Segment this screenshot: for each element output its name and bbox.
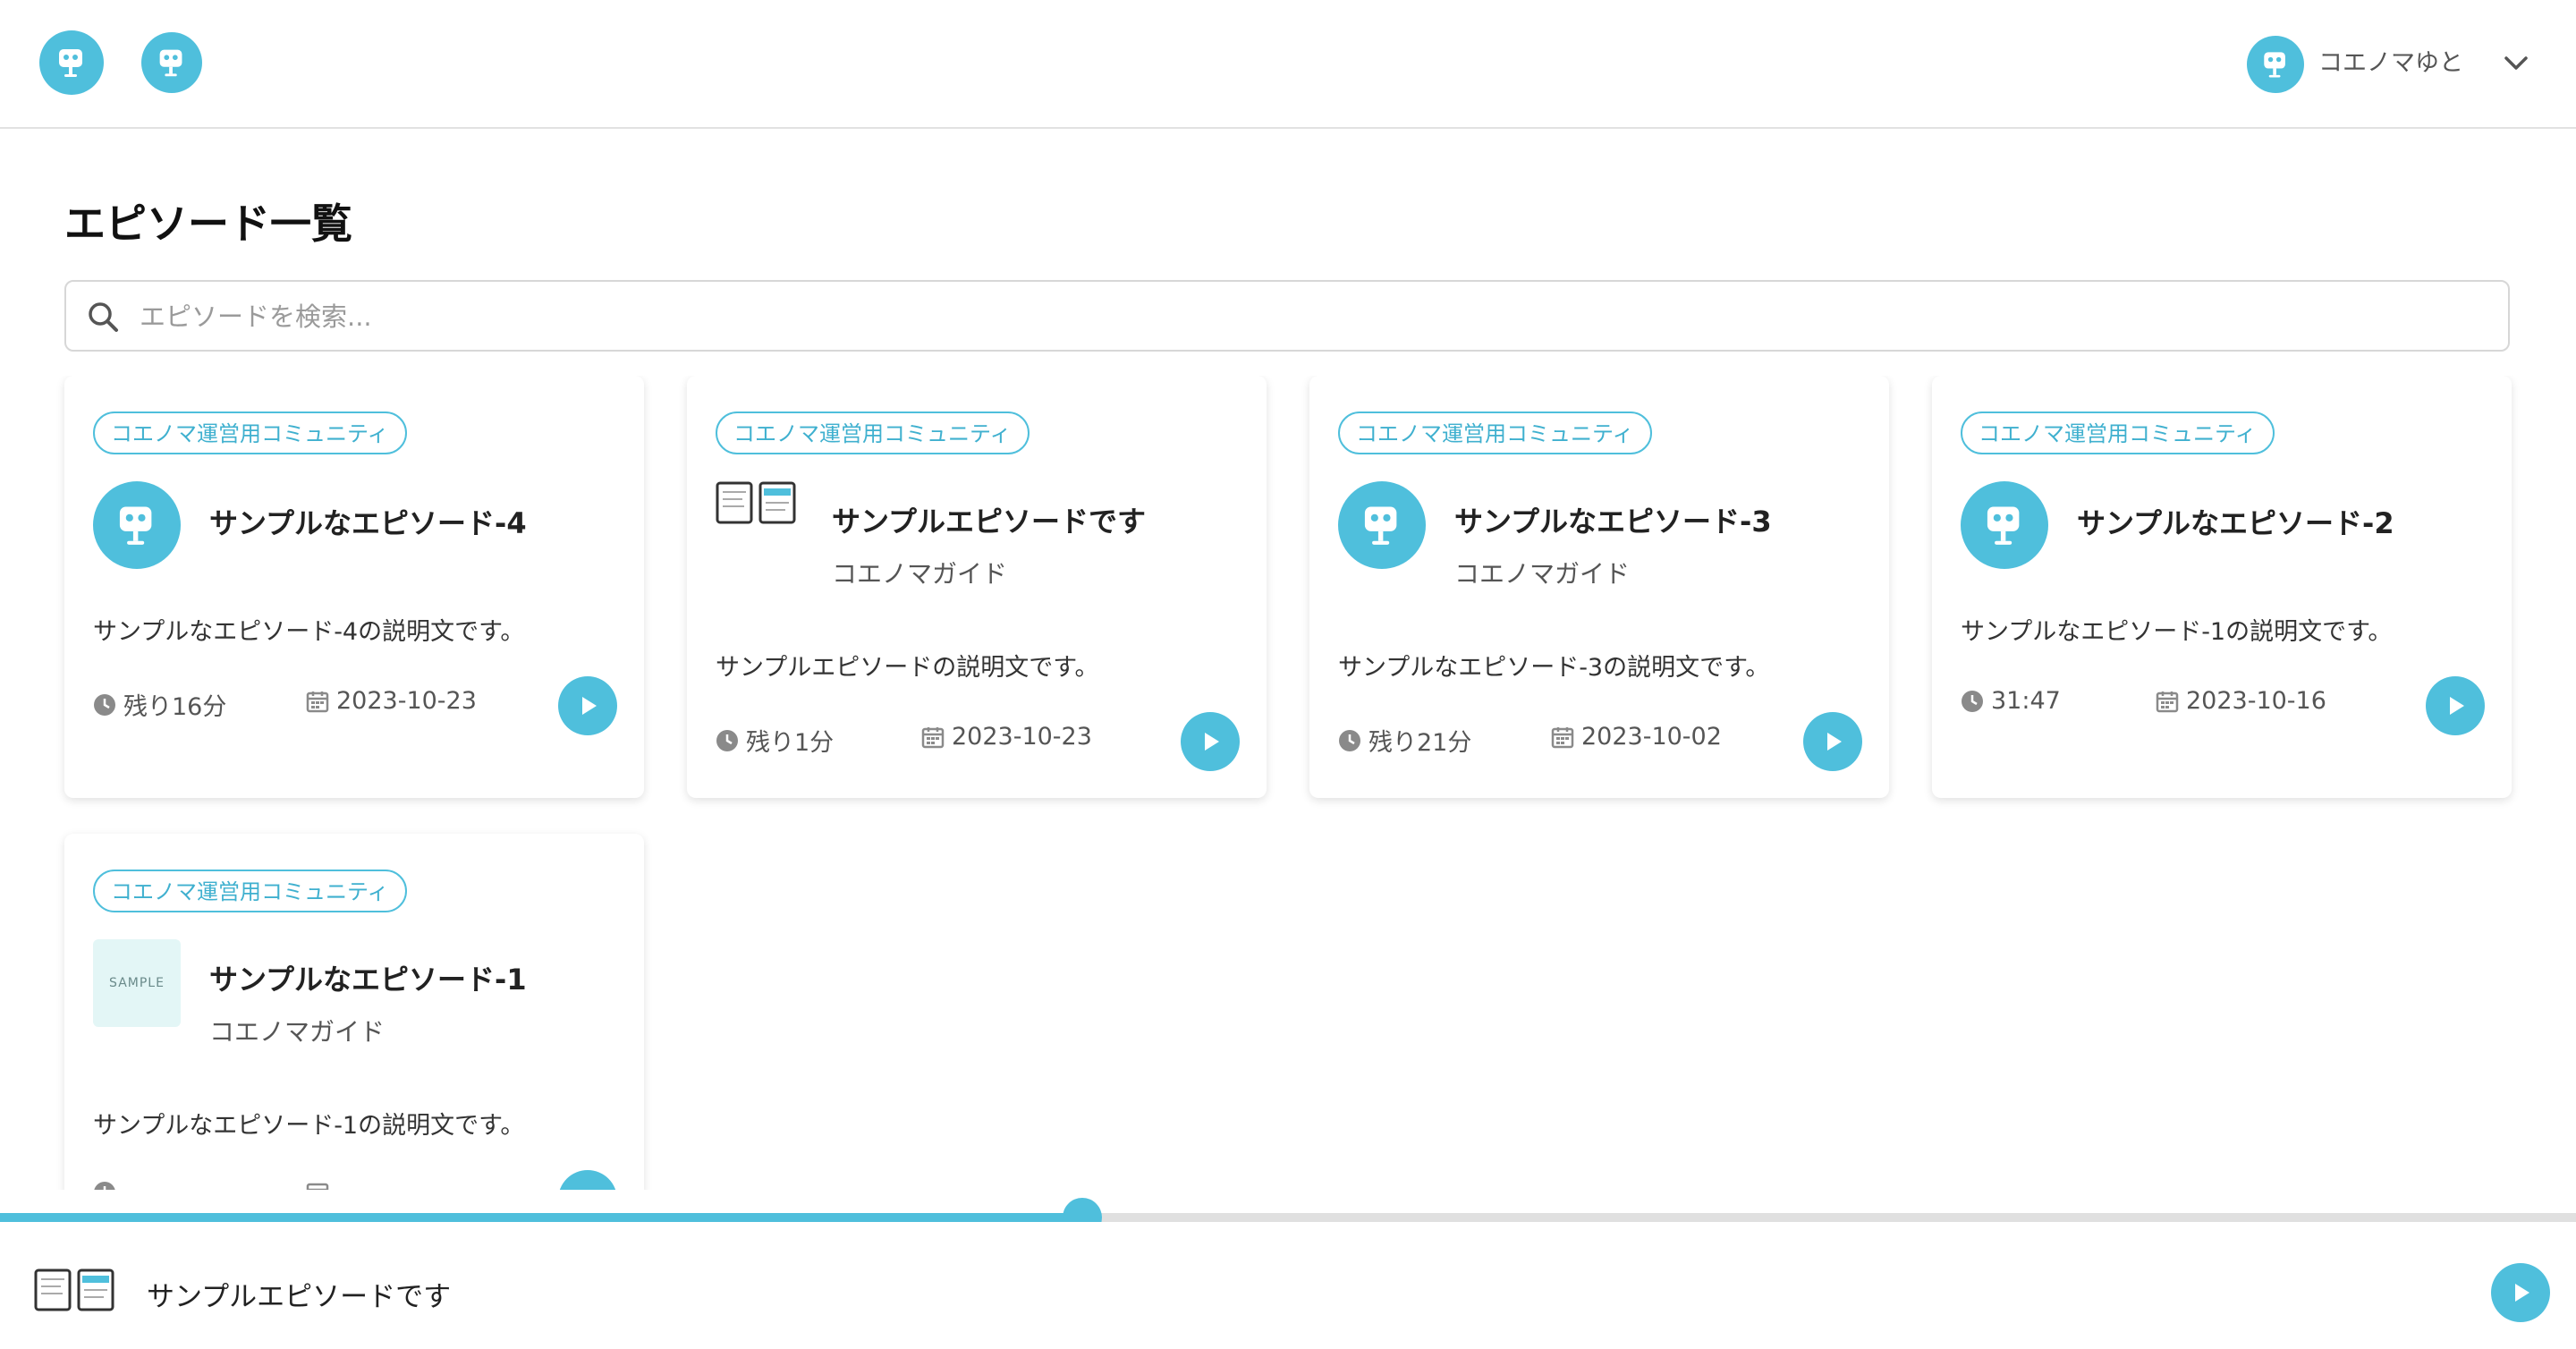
- episode-date: [306, 1181, 336, 1190]
- episode-date-text: 2023-10-23: [952, 723, 1092, 751]
- episode-date-text: 2023-10-23: [336, 687, 477, 715]
- episode-time-text: 31:47: [1991, 687, 2061, 715]
- player-episode-title: サンプルエピソードです: [147, 1274, 451, 1314]
- play-button[interactable]: [558, 1170, 617, 1190]
- search-icon: [86, 300, 122, 335]
- play-icon: [575, 693, 600, 718]
- episode-date: 2023-10-23: [306, 687, 477, 715]
- episode-thumbnail: [716, 481, 798, 526]
- community-logo-icon[interactable]: [141, 32, 202, 93]
- user-avatar[interactable]: [2247, 36, 2304, 93]
- community-tag[interactable]: コエノマ運営用コミュニティ: [93, 411, 407, 454]
- player-thumbnail: [34, 1268, 116, 1315]
- play-button[interactable]: [558, 676, 617, 735]
- play-icon: [2443, 693, 2468, 718]
- episode-date-text: 2023-10-16: [2186, 687, 2326, 715]
- episode-title: サンプルなエピソード-3: [1454, 499, 1772, 540]
- episode-thumbnail: [93, 481, 181, 569]
- episode-thumbnail: SAMPLE: [93, 939, 181, 1027]
- play-icon: [1198, 729, 1223, 754]
- episode-author: コエノマガイド: [1454, 555, 1630, 590]
- episode-thumbnail: [1961, 481, 2048, 569]
- clock-icon: [1961, 690, 1984, 713]
- play-icon: [2508, 1280, 2533, 1305]
- episode-card[interactable]: コエノマ運営用コミュニティ サンプルなエピソード-2 サンプルなエピソード-1の…: [1932, 376, 2512, 798]
- episode-date-text: 2023-10-02: [1581, 723, 1722, 751]
- episode-time-text: 残り21分: [1368, 723, 1471, 758]
- calendar-icon: [2156, 690, 2179, 713]
- search-box: [64, 280, 2510, 352]
- player-progress-bar[interactable]: [0, 1213, 2576, 1222]
- community-tag[interactable]: コエノマ運営用コミュニティ: [93, 870, 407, 912]
- episode-card[interactable]: コエノマ運営用コミュニティ SAMPLE サンプルなエピソード-1 コエノマガイ…: [64, 834, 644, 1190]
- episode-title: サンプルエピソードです: [832, 499, 1146, 540]
- episode-author: コエノマガイド: [209, 1013, 385, 1048]
- episode-remaining-time: 残り21分: [1338, 723, 1471, 758]
- play-button[interactable]: [2426, 676, 2485, 735]
- episode-thumbnail: [1338, 481, 1426, 569]
- episode-remaining-time: [93, 1181, 123, 1190]
- play-icon: [1820, 729, 1845, 754]
- episode-card[interactable]: コエノマ運営用コミュニティ サンプルエピソードです コエノマガイド サンプルエピ…: [687, 376, 1267, 798]
- episode-description: サンプルなエピソード-1の説明文です。: [93, 1106, 524, 1141]
- episode-description: サンプルなエピソード-3の説明文です。: [1338, 648, 1769, 683]
- episode-date: 2023-10-02: [1551, 723, 1722, 751]
- play-icon: [575, 1187, 600, 1190]
- episode-title: サンプルなエピソード-1: [209, 957, 527, 998]
- episode-description: サンプルなエピソード-4の説明文です。: [93, 612, 524, 647]
- episode-remaining-time: 31:47: [1961, 687, 2061, 715]
- clock-icon: [93, 693, 116, 717]
- community-tag[interactable]: コエノマ運営用コミュニティ: [716, 411, 1030, 454]
- play-button[interactable]: [1181, 712, 1240, 771]
- community-tag[interactable]: コエノマ運営用コミュニティ: [1961, 411, 2275, 454]
- episode-title: サンプルなエピソード-2: [2077, 501, 2394, 542]
- player-play-button[interactable]: [2491, 1263, 2550, 1322]
- search-input[interactable]: [138, 282, 2467, 352]
- calendar-icon: [306, 1181, 329, 1190]
- episode-author: コエノマガイド: [832, 555, 1007, 590]
- episode-remaining-time: 残り16分: [93, 687, 226, 722]
- episode-card[interactable]: コエノマ運営用コミュニティ サンプルなエピソード-4 サンプルなエピソード-4の…: [64, 376, 644, 798]
- episode-description: サンプルエピソードの説明文です。: [716, 648, 1099, 683]
- episode-date: 2023-10-23: [921, 723, 1092, 751]
- clock-icon: [716, 729, 739, 752]
- app-header: コエノマゆと: [0, 0, 2576, 129]
- clock-icon: [93, 1181, 116, 1190]
- sample-label: SAMPLE: [109, 976, 165, 990]
- episode-time-text: 残り16分: [123, 687, 226, 722]
- episode-title: サンプルなエピソード-4: [209, 501, 527, 542]
- chevron-down-icon[interactable]: [2501, 48, 2531, 79]
- episode-date: 2023-10-16: [2156, 687, 2326, 715]
- episode-time-text: 残り1分: [746, 723, 834, 758]
- calendar-icon: [306, 690, 329, 713]
- play-button[interactable]: [1803, 712, 1862, 771]
- calendar-icon: [1551, 725, 1574, 749]
- clock-icon: [1338, 729, 1361, 752]
- user-name[interactable]: コエノマゆと: [2318, 43, 2463, 78]
- player-progress-fill: [0, 1213, 1082, 1222]
- episode-card[interactable]: コエノマ運営用コミュニティ サンプルなエピソード-3 コエノマガイド サンプルな…: [1309, 376, 1889, 798]
- episode-remaining-time: 残り1分: [716, 723, 834, 758]
- app-logo-icon[interactable]: [39, 30, 104, 95]
- episode-grid: コエノマ運営用コミュニティ サンプルなエピソード-4 サンプルなエピソード-4の…: [0, 376, 2576, 1190]
- calendar-icon: [921, 725, 945, 749]
- community-tag[interactable]: コエノマ運営用コミュニティ: [1338, 411, 1652, 454]
- page-title: エピソード一覧: [64, 191, 352, 250]
- episode-description: サンプルなエピソード-1の説明文です。: [1961, 612, 2392, 647]
- audio-player: サンプルエピソードです: [0, 1222, 2576, 1349]
